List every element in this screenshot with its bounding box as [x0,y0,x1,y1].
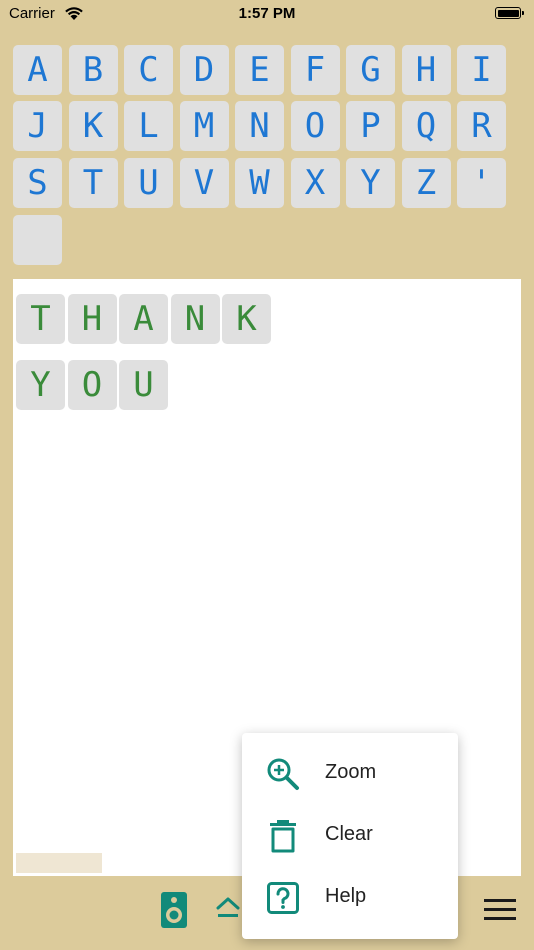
board-tile[interactable]: H [67,294,117,344]
help-icon [267,882,299,914]
key-g[interactable]: G [346,45,395,95]
key-w[interactable]: W [235,158,284,208]
key-a[interactable]: A [13,45,62,95]
zoom-in-icon [267,758,299,790]
menu-item-help[interactable]: Help [242,867,458,929]
key-e[interactable]: E [235,45,284,95]
board-tile[interactable]: K [222,294,271,344]
scroll-indicator [16,853,102,873]
menu-item-label: Clear [325,823,373,845]
clock: 1:57 PM [238,5,296,22]
key-b[interactable]: B [68,45,118,95]
board-tile[interactable]: O [67,360,117,410]
board-tile[interactable]: N [170,294,220,344]
key-u[interactable]: U [124,158,173,208]
battery-icon [495,7,524,19]
key-z[interactable]: Z [401,158,451,208]
hamburger-menu-icon[interactable] [484,898,516,922]
key-d[interactable]: D [179,45,229,95]
trash-icon [270,820,296,853]
key-c[interactable]: C [124,45,173,95]
key-f[interactable]: F [290,45,340,95]
key-s[interactable]: S [13,158,62,208]
key-q[interactable]: Q [401,101,451,151]
key-r[interactable]: R [457,101,506,151]
key-apostrophe[interactable]: ' [457,158,506,208]
key-k[interactable]: K [68,101,118,151]
key-v[interactable]: V [179,158,229,208]
menu-item-label: Help [325,885,367,907]
options-menu: Zoom Clear Help [242,733,458,939]
key-l[interactable]: L [124,101,173,151]
status-bar: Carrier 1:57 PM [0,0,534,28]
board-tile[interactable]: A [119,294,168,344]
key-space[interactable] [13,215,62,265]
speaker-icon[interactable] [160,891,188,929]
key-h[interactable]: H [401,45,451,95]
board-tile[interactable]: U [119,360,168,410]
key-i[interactable]: I [457,45,506,95]
key-p[interactable]: P [346,101,395,151]
menu-item-label: Zoom [325,761,377,783]
menu-item-zoom[interactable]: Zoom [242,743,458,805]
key-n[interactable]: N [235,101,284,151]
key-j[interactable]: J [13,101,62,151]
board-tile[interactable]: T [16,294,65,344]
eject-icon[interactable] [215,896,241,920]
board-tile[interactable]: Y [16,360,65,410]
key-t[interactable]: T [68,158,118,208]
key-x[interactable]: X [290,158,340,208]
menu-item-clear[interactable]: Clear [242,805,458,867]
key-y[interactable]: Y [346,158,395,208]
key-m[interactable]: M [179,101,229,151]
key-o[interactable]: O [290,101,340,151]
